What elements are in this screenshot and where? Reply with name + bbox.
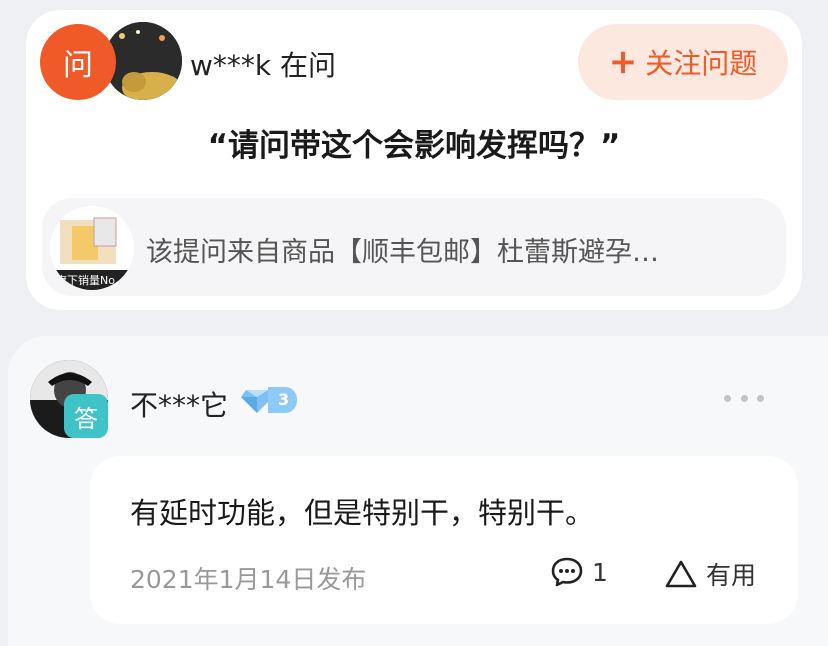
comment-button[interactable]: 1 <box>550 556 608 588</box>
answer-bubble <box>90 456 798 624</box>
publish-date: 2021年1月14日发布 <box>130 565 367 594</box>
level-number: 3 <box>268 387 298 413</box>
product-thumb-caption: 旗下销量No. <box>56 274 119 287</box>
comment-icon <box>551 557 583 587</box>
product-source-text: 该提问来自商品【顺丰包邮】杜蕾斯避孕… <box>146 237 659 268</box>
product-thumbnail: 旗下销量No. <box>50 206 134 290</box>
plus-icon: + <box>608 42 638 82</box>
more-dot <box>757 394 764 402</box>
more-dot <box>740 394 748 402</box>
product-source-link[interactable]: 旗下销量No. 该提问来自商品【顺丰包邮】杜蕾斯避孕… <box>42 198 786 296</box>
level-badge: 3 <box>240 386 298 414</box>
answer-text: 有延时功能，但是特别干，特别干。 <box>130 496 595 530</box>
answerer-name: 不***它 <box>130 389 229 422</box>
asker-label: w***k 在问 <box>190 49 337 82</box>
thumbs-up-outline-icon <box>665 560 697 588</box>
useful-button[interactable]: 有用 <box>664 556 756 592</box>
answer-badge: 答 <box>64 394 108 438</box>
ask-badge: 问 <box>40 24 116 100</box>
question-text: “请问带这个会影响发挥吗？” <box>207 128 621 164</box>
more-options-button[interactable] <box>724 386 764 410</box>
more-dot <box>724 394 731 402</box>
follow-button-label: 关注问题 <box>645 47 758 80</box>
comment-count: 1 <box>592 557 608 587</box>
follow-question-button[interactable]: + 关注问题 <box>578 24 788 100</box>
useful-label: 有用 <box>706 561 757 590</box>
